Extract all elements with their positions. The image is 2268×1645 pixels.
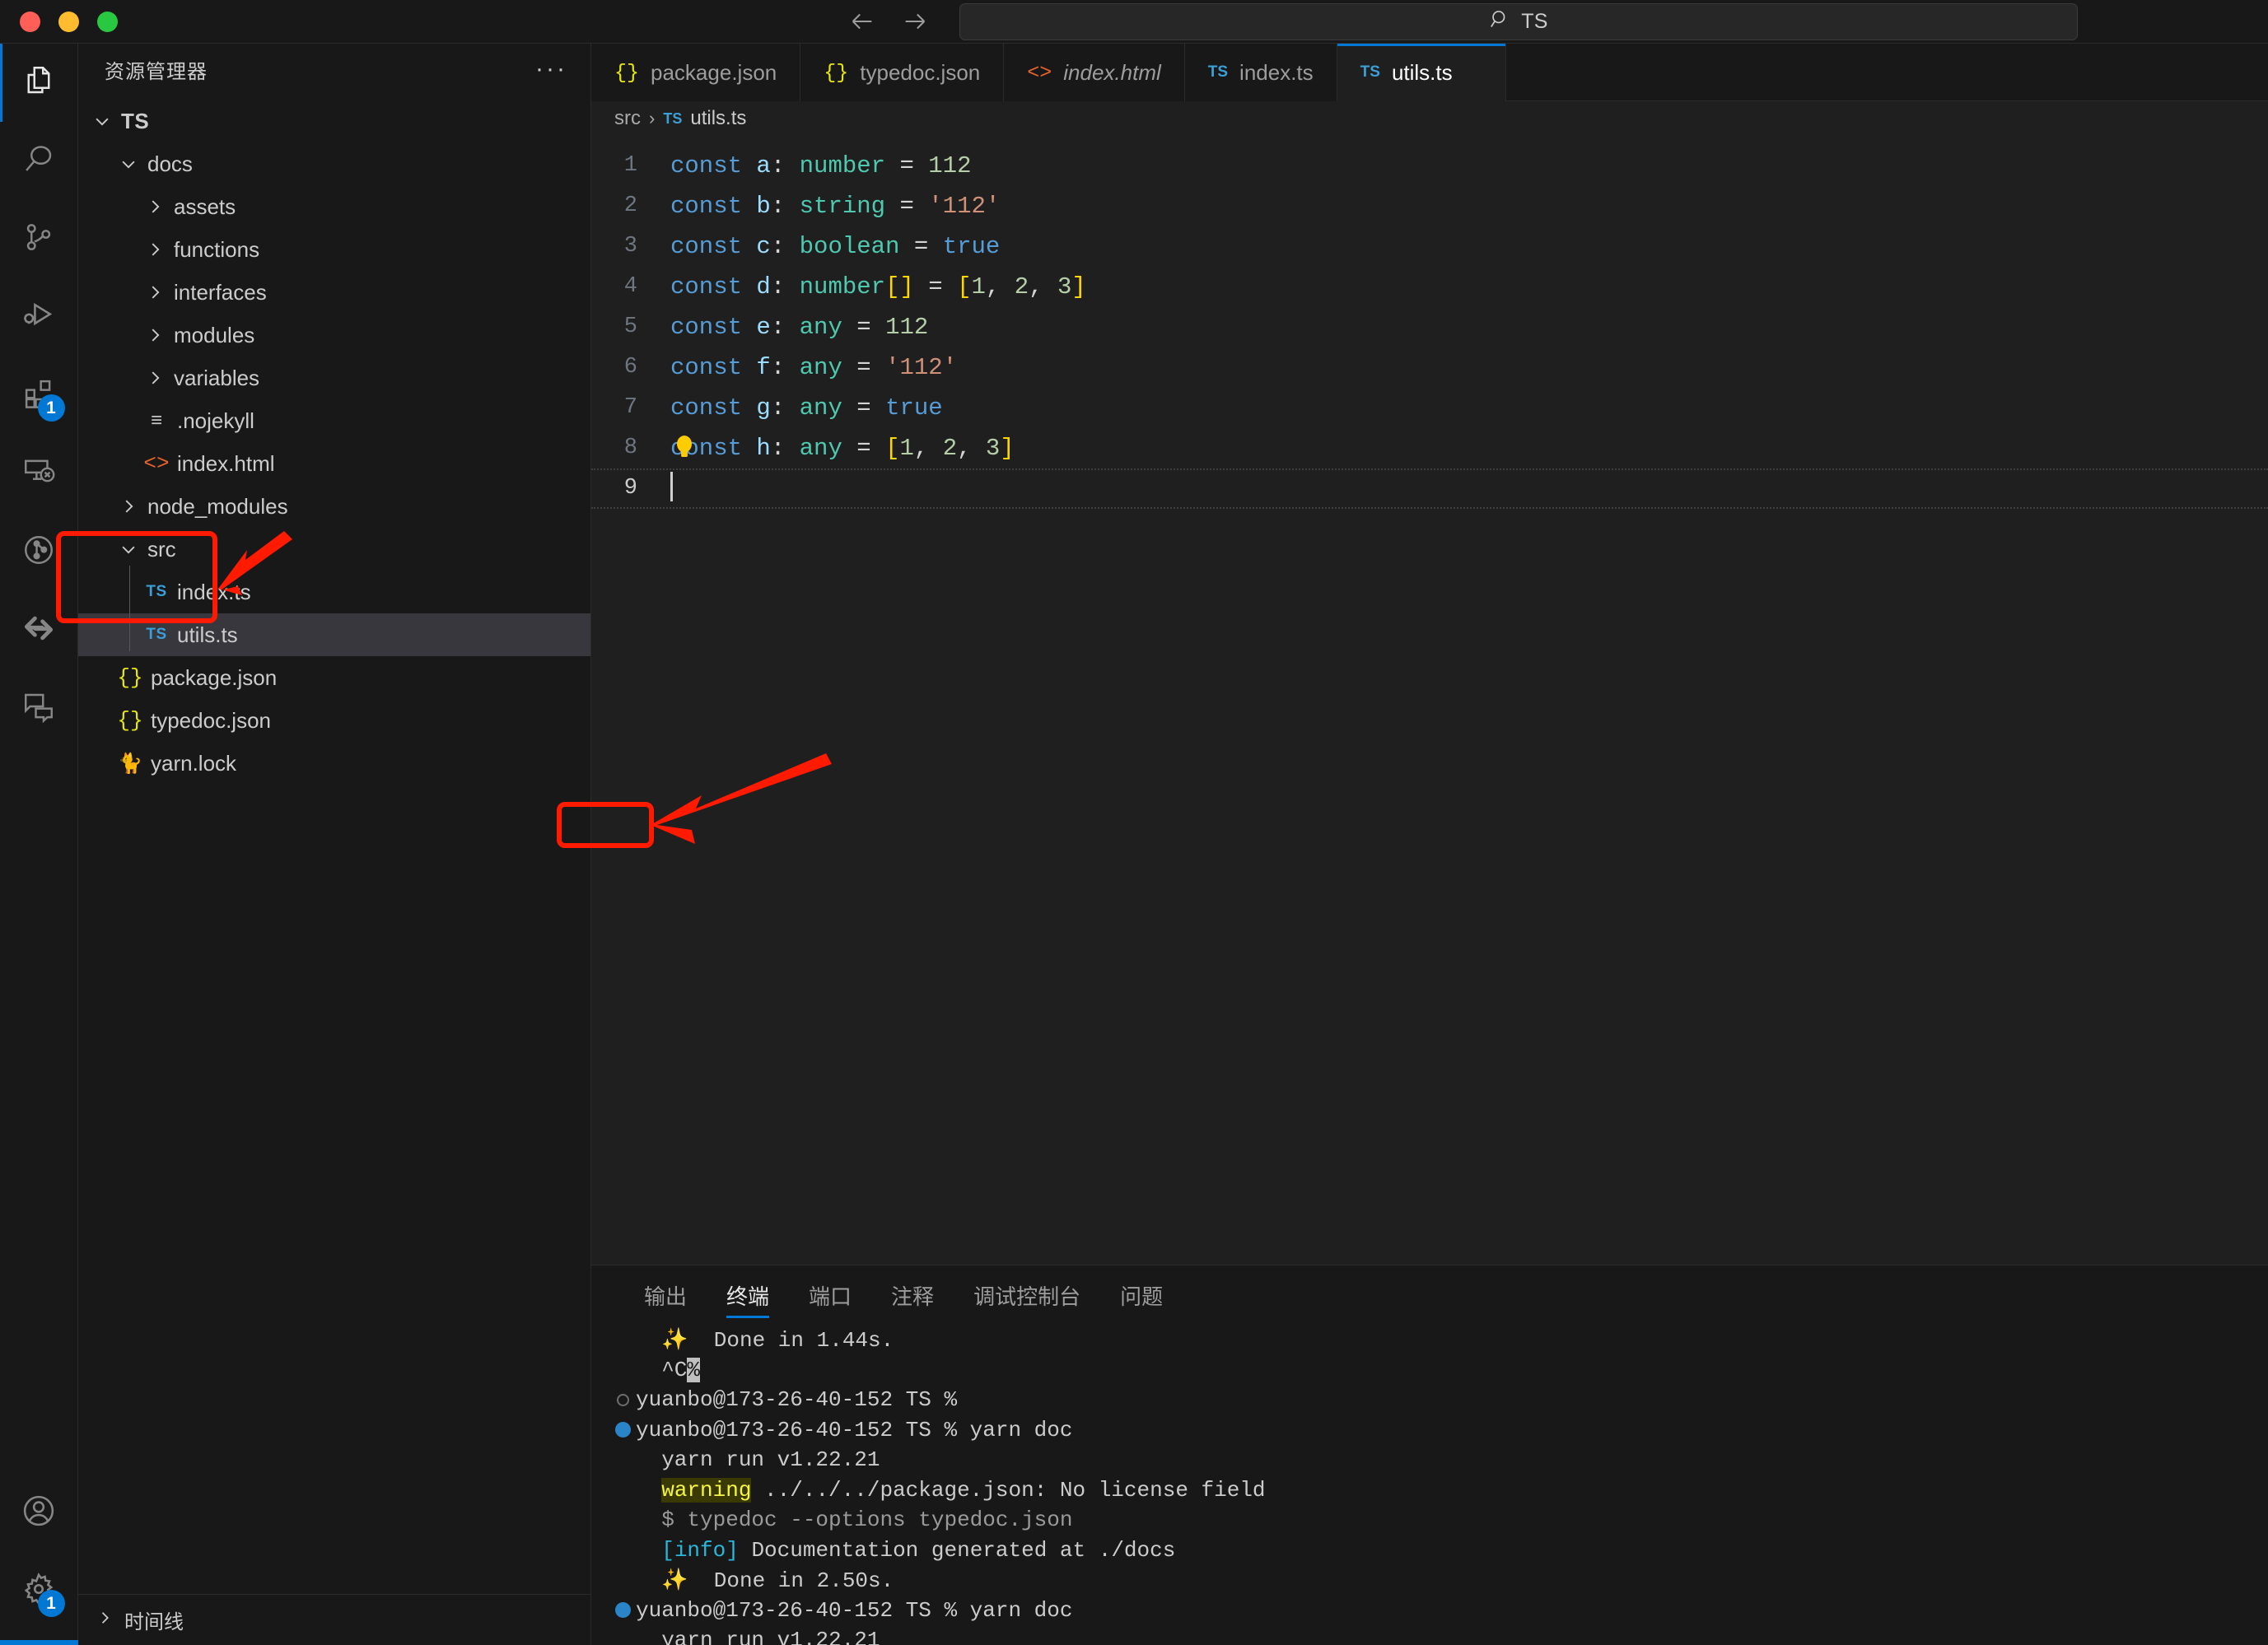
arrow-pointing-to-yarn-doc [651,753,832,844]
annotation-arrows [0,0,2268,1645]
arrow-pointing-to-src [218,531,292,595]
vscode-window: TS [0,0,2268,1645]
